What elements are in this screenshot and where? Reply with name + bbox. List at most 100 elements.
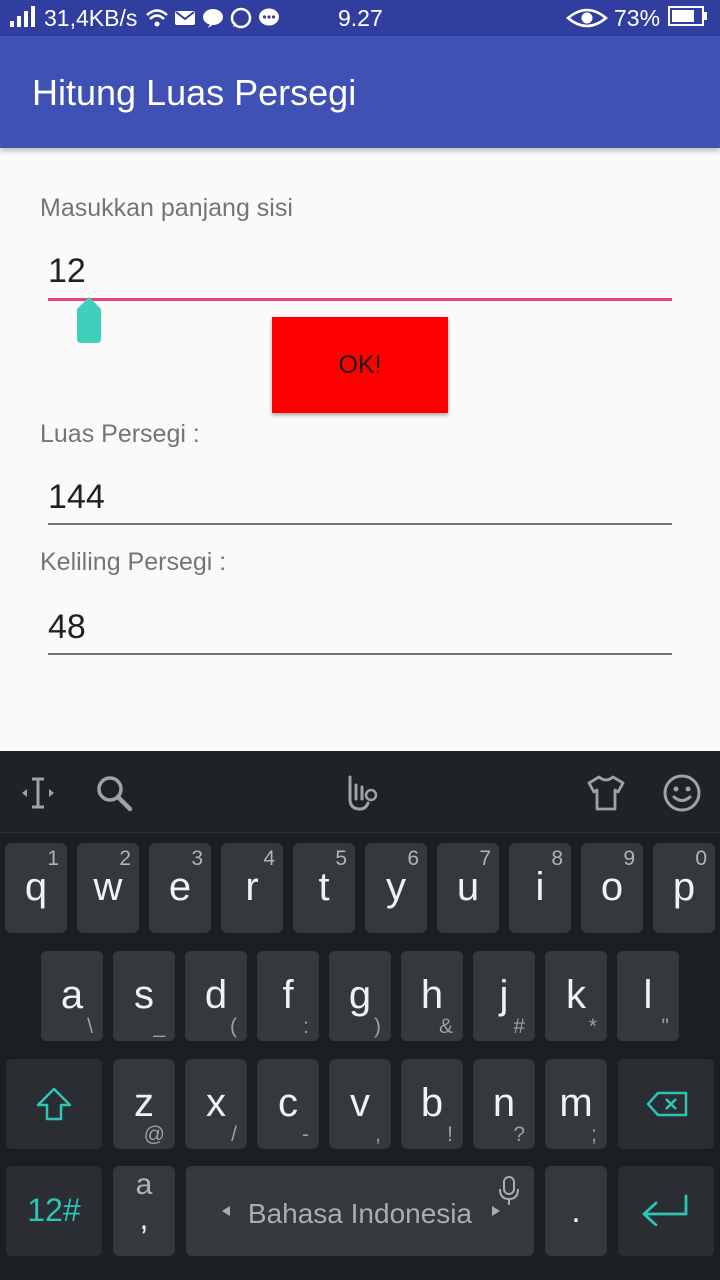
- side-length-value: 12: [48, 252, 86, 290]
- key-e[interactable]: e3: [149, 843, 211, 933]
- key-secondary-label: 0: [695, 847, 707, 870]
- key-k[interactable]: k *: [545, 951, 607, 1041]
- key-y[interactable]: y6: [365, 843, 427, 933]
- key-secondary-label: 4: [263, 847, 275, 870]
- key-label: h: [420, 973, 444, 1017]
- area-output-field[interactable]: 144: [48, 478, 672, 528]
- network-speed: 31,4KB/s: [44, 5, 138, 31]
- app-title: Hitung Luas Persegi: [32, 72, 357, 113]
- key-label: i: [535, 865, 545, 909]
- emoji-icon[interactable]: [662, 773, 702, 813]
- key-label: r: [245, 865, 259, 909]
- key-m[interactable]: m;: [545, 1059, 607, 1149]
- keyboard-toolbar: [0, 751, 720, 833]
- key-label: p: [672, 865, 696, 909]
- key-u[interactable]: u7: [437, 843, 499, 933]
- battery-percent: 73%: [614, 5, 661, 31]
- key-secondary-label: 7: [479, 847, 491, 870]
- key-secondary-label: :: [303, 1015, 309, 1038]
- period-key[interactable]: .: [545, 1166, 607, 1256]
- key-j[interactable]: j #: [473, 951, 535, 1041]
- mail-icon: [174, 7, 196, 29]
- soft-keyboard: q1w2e3r4t5y6u7i8o9p0 a \ s _ d(f: g) h & j # k * l " …: [0, 751, 720, 1280]
- gesture-icon[interactable]: [340, 773, 380, 813]
- space-key[interactable]: Bahasa Indonesia: [186, 1166, 534, 1256]
- battery-icon: [668, 5, 708, 31]
- status-bar: 31,4KB/s 9.27 73%: [0, 0, 720, 36]
- symbols-key[interactable]: 12#: [6, 1166, 102, 1256]
- key-f[interactable]: f:: [257, 951, 319, 1041]
- arrow-right-icon: [492, 1206, 500, 1216]
- key-secondary-label: 3: [191, 847, 203, 870]
- key-secondary-label: ": [661, 1015, 669, 1038]
- key-secondary-label: 1: [47, 847, 59, 870]
- key-label: m: [559, 1081, 593, 1125]
- key-label: e: [168, 865, 192, 909]
- shift-key[interactable]: [6, 1059, 102, 1149]
- key-label: x: [206, 1081, 226, 1125]
- whatsapp-icon: [230, 7, 252, 29]
- key-secondary-label: 2: [119, 847, 131, 870]
- ok-button[interactable]: OK!: [272, 317, 448, 413]
- key-h[interactable]: h &: [401, 951, 463, 1041]
- key-secondary-label: ,: [375, 1123, 381, 1146]
- perimeter-underline: [48, 653, 672, 655]
- key-secondary-label: _: [153, 1015, 165, 1038]
- key-l[interactable]: l ": [617, 951, 679, 1041]
- perimeter-output-field[interactable]: 48: [48, 608, 672, 658]
- key-t[interactable]: t5: [293, 843, 355, 933]
- area-value: 144: [48, 478, 105, 516]
- key-label: t: [318, 865, 330, 909]
- app-bar: Hitung Luas Persegi: [0, 36, 720, 148]
- key-label: q: [24, 865, 48, 909]
- side-length-underline: [48, 298, 672, 301]
- key-c[interactable]: c-: [257, 1059, 319, 1149]
- key-z[interactable]: z @: [113, 1059, 175, 1149]
- wifi-icon: [146, 7, 168, 29]
- side-length-label: Masukkan panjang sisi: [40, 194, 293, 222]
- key-p[interactable]: p0: [653, 843, 715, 933]
- key-label: z: [134, 1081, 154, 1125]
- comma-key[interactable]: a ,: [113, 1166, 175, 1256]
- key-g[interactable]: g): [329, 951, 391, 1041]
- enter-key[interactable]: [618, 1166, 714, 1256]
- text-cursor-icon[interactable]: [18, 773, 58, 813]
- key-secondary-label: ?: [513, 1123, 525, 1146]
- key-label: v: [350, 1081, 370, 1125]
- chat-icon: [258, 7, 280, 29]
- key-i[interactable]: i8: [509, 843, 571, 933]
- key-label: a: [60, 973, 84, 1017]
- key-w[interactable]: w2: [77, 843, 139, 933]
- key-q[interactable]: q1: [5, 843, 67, 933]
- key-label: u: [456, 865, 480, 909]
- text-cursor-handle[interactable]: [77, 297, 101, 343]
- key-b[interactable]: b!: [401, 1059, 463, 1149]
- key-r[interactable]: r4: [221, 843, 283, 933]
- key-label: w: [93, 865, 123, 909]
- space-language-label: Bahasa Indonesia: [247, 1198, 473, 1229]
- key-s[interactable]: s _: [113, 951, 175, 1041]
- key-d[interactable]: d(: [185, 951, 247, 1041]
- search-icon[interactable]: [94, 773, 134, 813]
- signal-icon: [10, 5, 38, 31]
- theme-shirt-icon[interactable]: [585, 773, 625, 813]
- key-o[interactable]: o9: [581, 843, 643, 933]
- key-secondary-label: &: [438, 1015, 453, 1038]
- key-a[interactable]: a \: [41, 951, 103, 1041]
- key-secondary-label: -: [302, 1123, 309, 1146]
- side-length-input[interactable]: 12: [48, 252, 672, 304]
- key-label: d: [204, 973, 228, 1017]
- key-n[interactable]: n?: [473, 1059, 535, 1149]
- key-secondary-label: #: [513, 1015, 525, 1038]
- perimeter-label: Keliling Persegi :: [40, 548, 227, 576]
- area-label: Luas Persegi :: [40, 420, 200, 448]
- key-v[interactable]: v,: [329, 1059, 391, 1149]
- key-secondary-label: (: [230, 1015, 237, 1038]
- key-label: o: [600, 865, 624, 909]
- key-x[interactable]: x /: [185, 1059, 247, 1149]
- mic-icon: [499, 1176, 519, 1205]
- key-label: j: [499, 973, 509, 1017]
- key-secondary-label: \: [87, 1015, 93, 1038]
- backspace-key[interactable]: [618, 1059, 714, 1149]
- key-secondary-label: !: [447, 1123, 453, 1146]
